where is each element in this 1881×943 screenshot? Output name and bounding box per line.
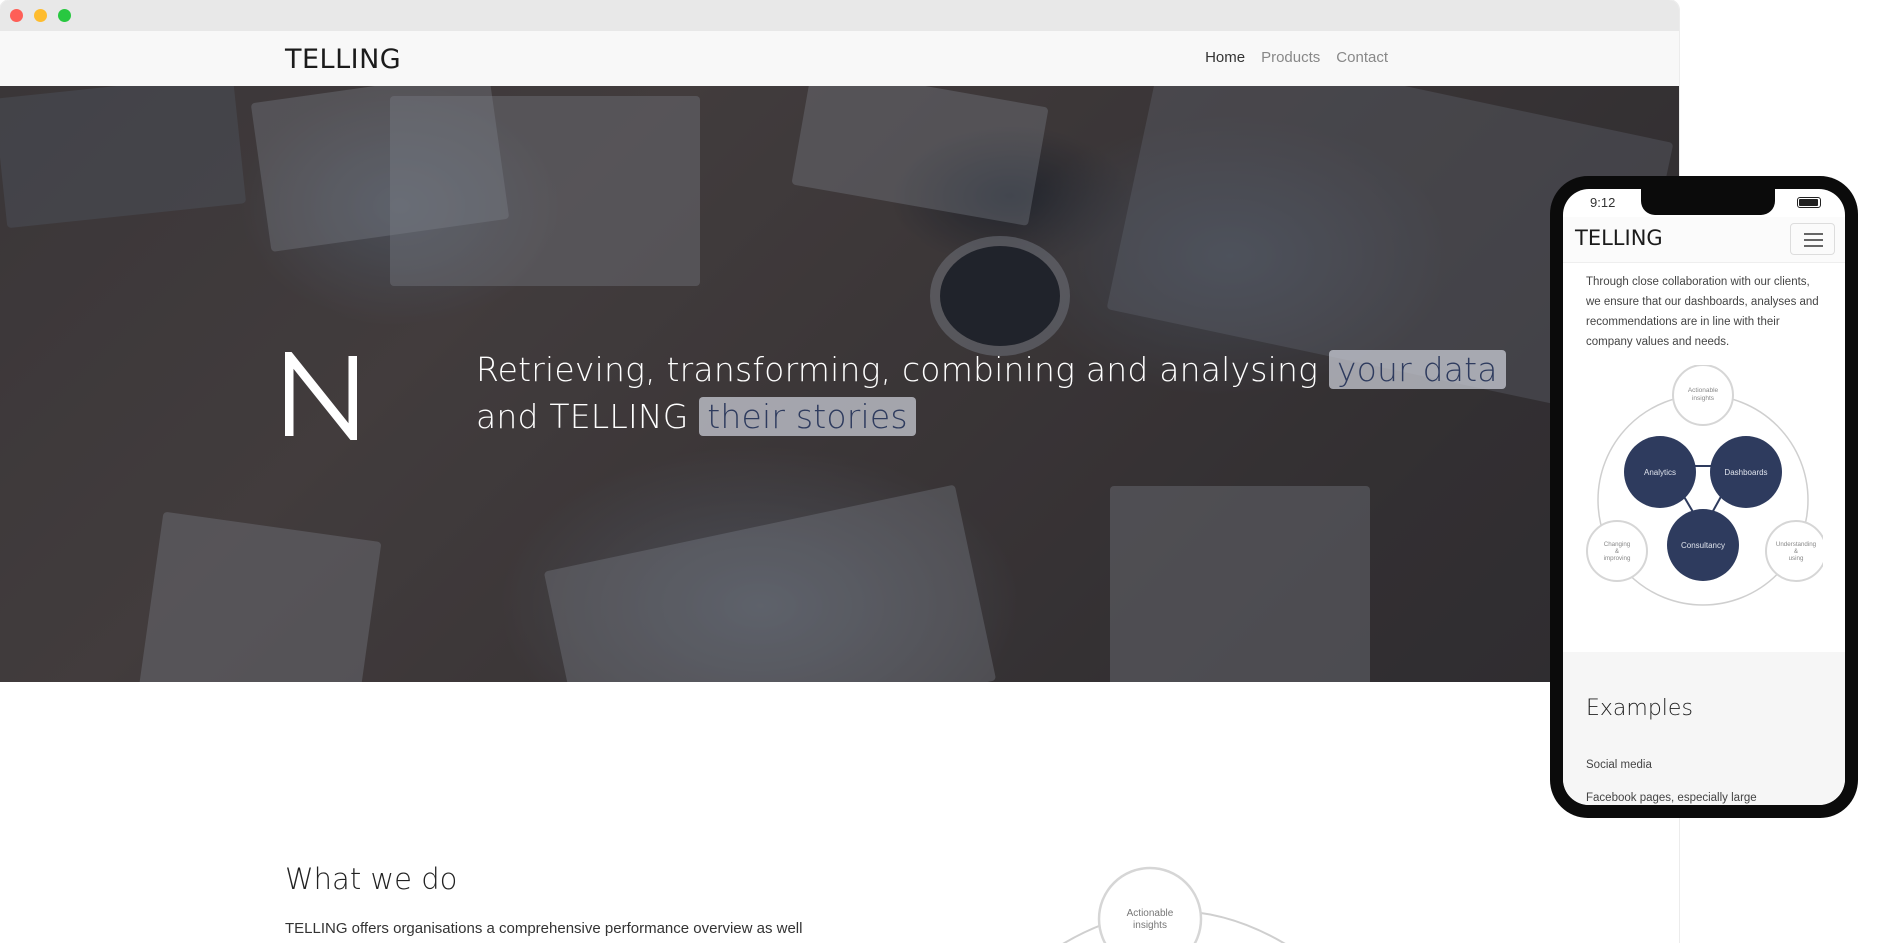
mobile-example-item: Social media [1586, 759, 1652, 771]
mobile-diagram-actionable-label: Actionable [1688, 387, 1719, 394]
mobile-paragraph: Through close collaboration with our cli… [1586, 276, 1819, 348]
mobile-examples-section [1563, 652, 1845, 805]
nav-contact-link[interactable]: Contact [1336, 49, 1388, 66]
browser-window: TELLING Home Products Contact Retrieving… [0, 0, 1679, 943]
minimize-window-button[interactable] [34, 9, 47, 22]
hero-highlight-their-stories: their stories [699, 397, 916, 436]
services-diagram: Actionable insights Changing & improving… [1586, 365, 1823, 606]
phone-notch [1641, 189, 1775, 215]
site-navbar: TELLING Home Products Contact [0, 31, 1679, 86]
services-diagram-preview: Actionable insights [1062, 866, 1286, 943]
nav-links: Home Products Contact [1205, 49, 1388, 66]
diagram-actionable-label: Actionable [1127, 908, 1174, 919]
section-title: What we do [285, 862, 458, 896]
mobile-diagram-analytics-label: Analytics [1644, 468, 1676, 477]
mobile-diagram-dashboards-label: Dashboards [1724, 468, 1767, 477]
close-window-button[interactable] [10, 9, 23, 22]
status-time: 9:12 [1590, 195, 1616, 210]
maximize-window-button[interactable] [58, 9, 71, 22]
battery-icon [1797, 197, 1821, 208]
diagram-insights-label: insights [1133, 920, 1167, 931]
hero-line1-text: Retrieving, transforming, combining and … [476, 350, 1319, 389]
mobile-diagram-insights-label: insights [1692, 395, 1715, 402]
nav-products-link[interactable]: Products [1261, 49, 1320, 66]
section-body: TELLING offers organisations a comprehen… [285, 920, 803, 937]
site-logo[interactable]: TELLING [285, 44, 401, 75]
mobile-diagram-using-label: using [1789, 555, 1804, 562]
mobile-examples-title: Examples [1586, 696, 1693, 721]
hero-line2-text: and TELLING [476, 397, 689, 436]
telling-monogram-icon [285, 352, 357, 440]
hero-headline: Retrieving, transforming, combining and … [476, 346, 1506, 440]
mobile-diagram-changing-label: Changing [1604, 541, 1631, 548]
hamburger-icon[interactable] [1790, 223, 1835, 255]
mobile-logo[interactable]: TELLING [1575, 226, 1663, 250]
mobile-diagram-understanding-label: Understanding [1776, 541, 1817, 548]
nav-home-link[interactable]: Home [1205, 49, 1245, 66]
mobile-navbar: TELLING [1563, 217, 1845, 263]
hero-highlight-your-data: your data [1328, 350, 1506, 389]
mobile-example-sub: Facebook pages, especially large [1586, 792, 1757, 804]
browser-titlebar [0, 0, 1679, 31]
phone-mockup: 9:12 TELLING Through close collaboration… [1550, 176, 1858, 818]
hero-banner: Retrieving, transforming, combining and … [0, 86, 1679, 682]
mobile-diagram-consultancy-label: Consultancy [1681, 541, 1725, 550]
mobile-diagram-improving-label: improving [1604, 555, 1631, 562]
phone-screen: 9:12 TELLING Through close collaboration… [1563, 189, 1845, 805]
